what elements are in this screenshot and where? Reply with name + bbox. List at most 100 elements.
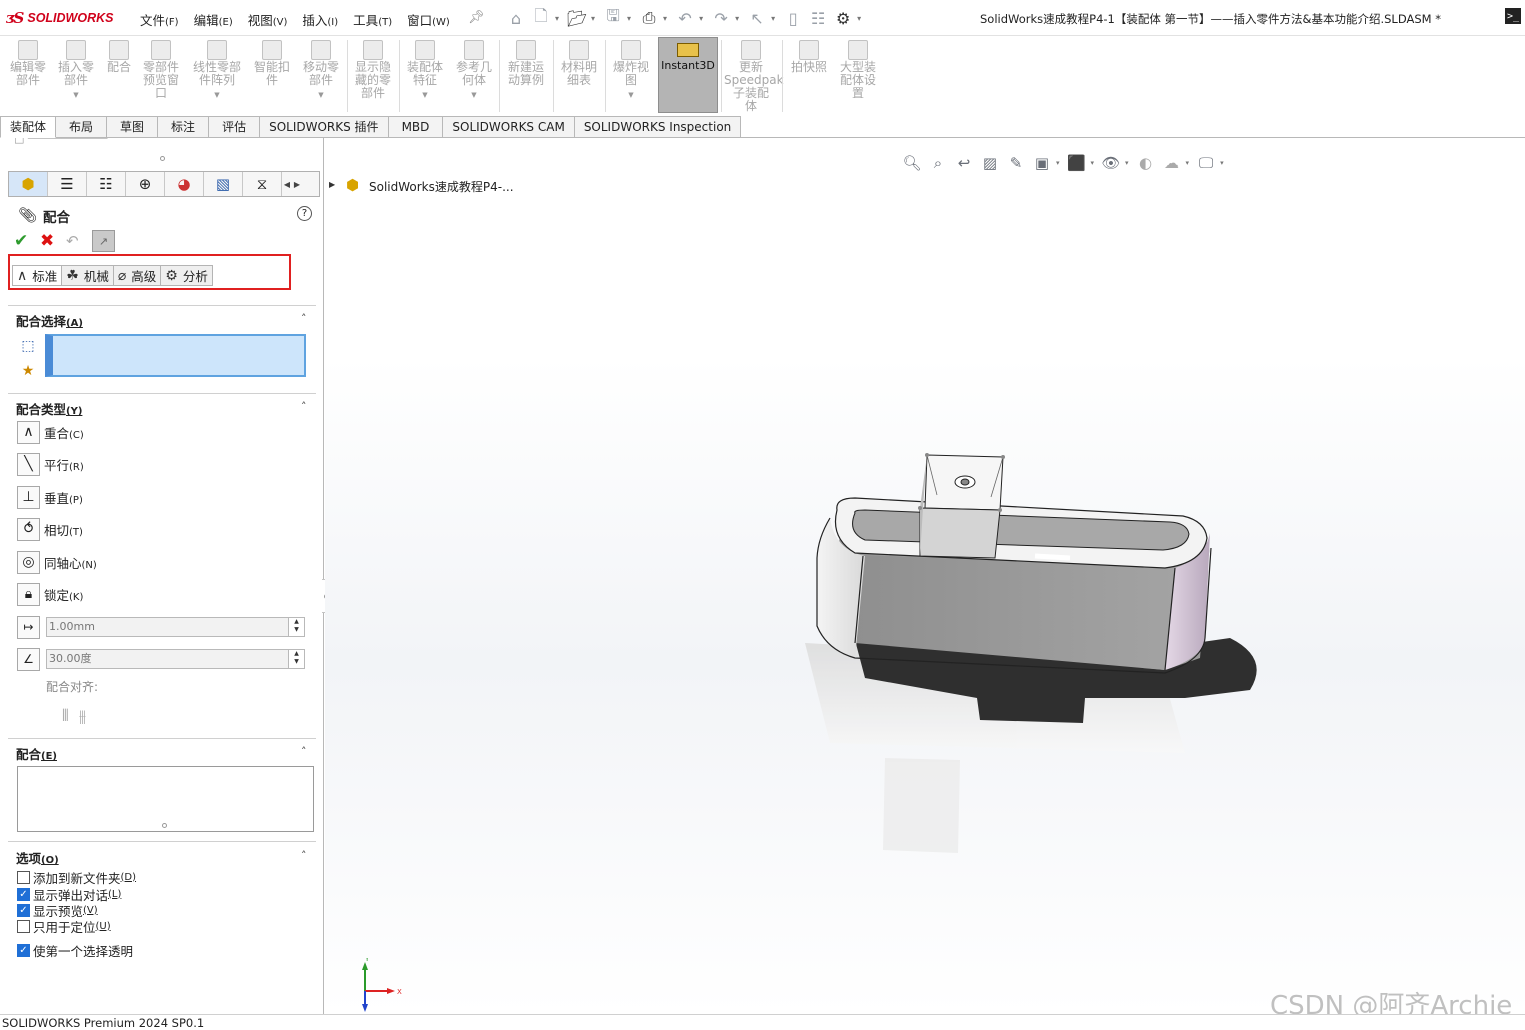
undo-icon[interactable]: ↶	[674, 7, 696, 29]
menu-insert[interactable]: 插入(I)	[302, 10, 338, 29]
open-folder-icon[interactable]: 📂︎	[566, 7, 588, 29]
tab-sketch[interactable]: 草图	[107, 116, 159, 138]
configurationmanager-tab[interactable]: ☷	[87, 172, 126, 196]
solidworks-logo[interactable]: ᴣS SOLIDWORKS	[6, 8, 113, 28]
checkbox-checked[interactable]: ✓	[17, 903, 30, 917]
large-assembly-settings-button[interactable]: 大型装 配体设 置	[835, 38, 881, 100]
menu-edit[interactable]: 编辑(E)	[194, 10, 233, 29]
ok-check-icon[interactable]: ✔	[14, 231, 32, 251]
undo-dropdown-icon[interactable]: ▾	[699, 14, 703, 23]
tangent-button[interactable]: ⥀ 相切(T)	[17, 517, 83, 541]
distance-input[interactable]: 1.00mm ▲ ▼	[46, 617, 305, 637]
component-preview-button[interactable]: 零部件 预览窗 口	[138, 38, 184, 100]
menu-window[interactable]: 窗口(W)	[407, 10, 450, 29]
concentric-button[interactable]: ◎ 同轴心(N)	[17, 550, 97, 574]
insert-component-dropdown-icon[interactable]: ▼	[54, 89, 98, 102]
tab-advanced-mates[interactable]: ⌀ 高级	[113, 265, 162, 286]
tab-layout[interactable]: 布局	[56, 116, 108, 138]
show-hidden-button[interactable]: 显示隐 藏的零 部件	[350, 38, 396, 100]
save-icon[interactable]: 🖫	[602, 6, 624, 29]
propertymanager-tab[interactable]: ☰	[48, 172, 87, 196]
collapse-caret-icon[interactable]: ˄	[301, 312, 307, 325]
mates-list-box[interactable]	[17, 766, 314, 832]
anti-aligned-icon[interactable]: ⫵	[79, 706, 86, 726]
select-dropdown-icon[interactable]: ▾	[771, 14, 775, 23]
file-properties-icon[interactable]: ☷	[807, 7, 829, 29]
cam-feature-tab[interactable]: ▧	[204, 172, 243, 196]
redo-icon[interactable]: ↷	[710, 7, 732, 29]
open-dropdown-icon[interactable]: ▾	[591, 14, 595, 23]
list-resize-grip[interactable]	[162, 823, 167, 828]
perpendicular-button[interactable]: ⊥ 垂直(P)	[17, 485, 83, 509]
cam-operation-tab[interactable]: ⧖	[243, 172, 282, 196]
rebuild-icon[interactable]: ▯	[782, 7, 804, 29]
redo-dropdown-icon[interactable]: ▾	[735, 14, 739, 23]
linear-pattern-button[interactable]: 线性零部 件阵列 ▼	[188, 38, 246, 102]
tab-scroll-right-icon[interactable]: ▶	[292, 172, 302, 196]
tab-assembly[interactable]: 装配体	[0, 116, 57, 138]
angle-icon[interactable]: ∠	[17, 647, 40, 671]
tab-mbd[interactable]: MBD	[388, 116, 444, 138]
option-transparent-first[interactable]: ✓ 使第一个选择透明	[17, 942, 133, 959]
undo-mate-icon[interactable]: ↶	[66, 232, 84, 250]
entities-to-mate-field[interactable]	[45, 334, 306, 377]
checkbox-checked[interactable]: ✓	[17, 887, 30, 901]
menu-view[interactable]: 视图(V)	[248, 10, 288, 29]
move-component-dropdown-icon[interactable]: ▼	[298, 89, 344, 102]
tab-standard-mates[interactable]: ∧ 标准	[12, 265, 63, 286]
graphics-area[interactable]: 🔍︎ ⌕ ↩ ▨ ✎ ▣ ▾ ⬛ ▾ 👁︎ ▾ ◐ ☁ ▾ 🖵︎ ▾ ▶ ⬢ SolidW…	[325, 138, 1525, 1014]
tab-analysis[interactable]: ⚙ 分析	[161, 265, 213, 286]
parallel-button[interactable]: ╲ 平行(R)	[17, 452, 84, 476]
displaymanager-tab[interactable]: ◕	[165, 172, 204, 196]
insert-component-button[interactable]: 插入零 部件 ▼	[54, 38, 98, 102]
options-dropdown-icon[interactable]: ▾	[857, 14, 861, 23]
instant3d-button[interactable]: Instant3D	[658, 37, 718, 113]
pin-menu-icon[interactable]: 📌︎	[468, 10, 485, 25]
dimxpert-tab[interactable]: ⊕	[126, 172, 165, 196]
snapshot-button[interactable]: 拍快照	[786, 38, 832, 74]
print-dropdown-icon[interactable]: ▾	[663, 14, 667, 23]
checkbox-checked[interactable]: ✓	[17, 943, 30, 957]
reference-geometry-button[interactable]: 参考几 何体 ▼	[452, 38, 496, 102]
model-viewport[interactable]	[325, 138, 1525, 1014]
tab-mechanical-mates[interactable]: ☘ 机械	[62, 265, 114, 286]
tab-markup[interactable]: 标注	[158, 116, 210, 138]
section-mates[interactable]: 配合(E)	[16, 744, 57, 763]
tab-cam[interactable]: SOLIDWORKS CAM	[443, 116, 575, 138]
option-positioning-only[interactable]: 只用于定位 (U)	[17, 918, 111, 935]
angle-spinner[interactable]: ▲ ▼	[288, 650, 304, 668]
mate-button[interactable]: 配合	[102, 38, 136, 74]
menu-file[interactable]: 文件(F)	[140, 10, 179, 29]
section-options[interactable]: 选项(O)	[16, 848, 59, 867]
collapse-caret-icon[interactable]: ˄	[301, 745, 307, 758]
select-pointer-icon[interactable]: ↖	[746, 7, 768, 29]
option-add-to-folder[interactable]: 添加到新文件夹 (D)	[17, 869, 136, 886]
tab-addins[interactable]: SOLIDWORKS 插件	[260, 116, 389, 138]
move-component-button[interactable]: 移动零 部件 ▼	[298, 38, 344, 102]
section-mate-types[interactable]: 配合类型(Y)	[16, 399, 82, 418]
collapse-caret-icon[interactable]: ˄	[301, 400, 307, 413]
cancel-x-icon[interactable]: ✖	[40, 231, 58, 251]
checkbox-unchecked[interactable]	[17, 870, 30, 884]
checkbox-unchecked[interactable]	[17, 919, 30, 933]
bom-button[interactable]: 材料明 细表	[556, 38, 602, 87]
print-icon[interactable]: ⎙	[638, 7, 660, 29]
new-motion-study-button[interactable]: 新建运 动算例	[502, 38, 550, 87]
edit-component-button[interactable]: 编辑零 部件	[6, 38, 50, 87]
distance-spinner[interactable]: ▲ ▼	[288, 618, 304, 636]
assembly-model[interactable]	[816, 453, 1212, 674]
assembly-features-dropdown-icon[interactable]: ▼	[402, 89, 448, 102]
exploded-view-dropdown-icon[interactable]: ▼	[608, 89, 654, 102]
smart-fasteners-button[interactable]: 智能扣 件	[250, 38, 294, 87]
keep-visible-pushpin-icon[interactable]: ↗	[92, 230, 115, 252]
linear-pattern-dropdown-icon[interactable]: ▼	[188, 89, 246, 102]
angle-input[interactable]: 30.00度 ▲ ▼	[46, 649, 305, 669]
exploded-view-button[interactable]: 爆炸视 图 ▼	[608, 38, 654, 102]
command-search-icon[interactable]: >_	[1505, 8, 1521, 24]
home-icon[interactable]: ⌂	[505, 7, 527, 29]
distance-icon[interactable]: ↦	[17, 615, 40, 639]
help-icon[interactable]: ?	[297, 206, 312, 221]
save-dropdown-icon[interactable]: ▾	[627, 14, 631, 23]
aligned-icon[interactable]: ⫴	[62, 706, 69, 726]
lock-button[interactable]: 🔒︎ 锁定(K)	[17, 582, 83, 606]
